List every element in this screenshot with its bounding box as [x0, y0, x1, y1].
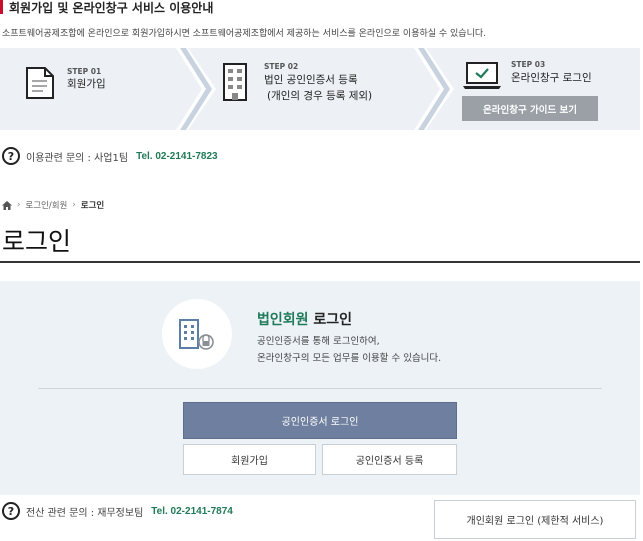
corporate-icon-circle	[162, 299, 232, 369]
step-2-sub: (개인의 경우 등록 제외)	[267, 90, 373, 102]
step-3-label: STEP 03	[511, 60, 546, 69]
join-button[interactable]: 회원가입	[183, 444, 316, 475]
question-icon: ?	[2, 147, 20, 165]
inquiry-top-tel: Tel. 02-2141-7823	[136, 150, 218, 162]
online-guide-button[interactable]: 온라인창구 가이드 보기	[462, 96, 598, 121]
step-2-label: STEP 02	[264, 62, 299, 71]
corporate-login-title-accent: 법인회원	[257, 312, 309, 328]
cert-login-button[interactable]: 공인인증서 로그인	[183, 402, 457, 439]
chevron-right-icon	[176, 48, 216, 130]
corporate-login-panel: 법인회원 로그인 공인인증서를 통해 로그인하여, 온라인창구의 모든 업무를 …	[0, 281, 640, 495]
question-icon: ?	[2, 502, 20, 520]
inquiry-bottom-tel: Tel. 02-2141-7874	[151, 505, 233, 517]
corporate-login-description: 공인인증서를 통해 로그인하여, 온라인창구의 모든 업무를 이용할 수 있습니…	[257, 333, 441, 367]
title-accent-bar	[0, 0, 3, 14]
breadcrumb-separator-icon: ›	[17, 200, 21, 210]
page-title: 로그인	[2, 227, 72, 256]
title-divider	[0, 261, 640, 263]
corporate-login-desc-line1: 공인인증서를 통해 로그인하여,	[257, 336, 380, 347]
step-1: STEP 01 회원가입	[0, 48, 176, 130]
corporate-login-title: 법인회원 로그인	[257, 309, 352, 329]
building-icon	[223, 63, 247, 101]
breadcrumb-level1[interactable]: 로그인/회원	[25, 199, 67, 211]
step-1-label: STEP 01	[67, 67, 102, 76]
panel-divider	[38, 388, 602, 389]
section-description: 소프트웨어공제조합에 온라인으로 회원가입하시면 소프트웨어공제조합에서 제공하…	[2, 29, 487, 39]
breadcrumb-current: 로그인	[80, 201, 105, 211]
corporate-login-desc-line2: 온라인창구의 모든 업무를 이용할 수 있습니다.	[257, 353, 442, 364]
section-title: 회원가입 및 온라인창구 서비스 이용안내	[0, 0, 214, 15]
step-3-name: 온라인창구 로그인	[511, 72, 592, 84]
inquiry-top-label: 이용관련 문의 : 사업1팀	[26, 152, 129, 164]
breadcrumb: › 로그인/회원 › 로그인	[2, 199, 104, 211]
step-2-name: 법인 공인인증서 등록	[264, 74, 358, 86]
corporate-login-title-rest: 로그인	[308, 312, 353, 328]
breadcrumb-separator-icon: ›	[72, 200, 76, 210]
step-1-name: 회원가입	[67, 78, 106, 90]
section-title-text: 회원가입 및 온라인창구 서비스 이용안내	[9, 0, 214, 15]
inquiry-bottom-label: 전산 관련 문의 : 재무정보팀	[26, 507, 144, 519]
document-icon	[26, 67, 54, 99]
step-2: STEP 02 법인 공인인증서 등록 (개인의 경우 등록 제외)	[216, 48, 414, 130]
laptop-check-icon	[463, 62, 501, 89]
personal-login-button[interactable]: 개인회원 로그인 (제한적 서비스)	[434, 500, 636, 539]
inquiry-bottom: ? 전산 관련 문의 : 재무정보팀 Tel. 02-2141-7874	[2, 502, 233, 520]
corporate-building-lock-icon	[179, 319, 214, 350]
home-icon[interactable]	[2, 200, 12, 210]
chevron-right-icon	[414, 48, 454, 130]
inquiry-top: ? 이용관련 문의 : 사업1팀 Tel. 02-2141-7823	[2, 147, 218, 165]
cert-register-button[interactable]: 공인인증서 등록	[322, 444, 457, 475]
